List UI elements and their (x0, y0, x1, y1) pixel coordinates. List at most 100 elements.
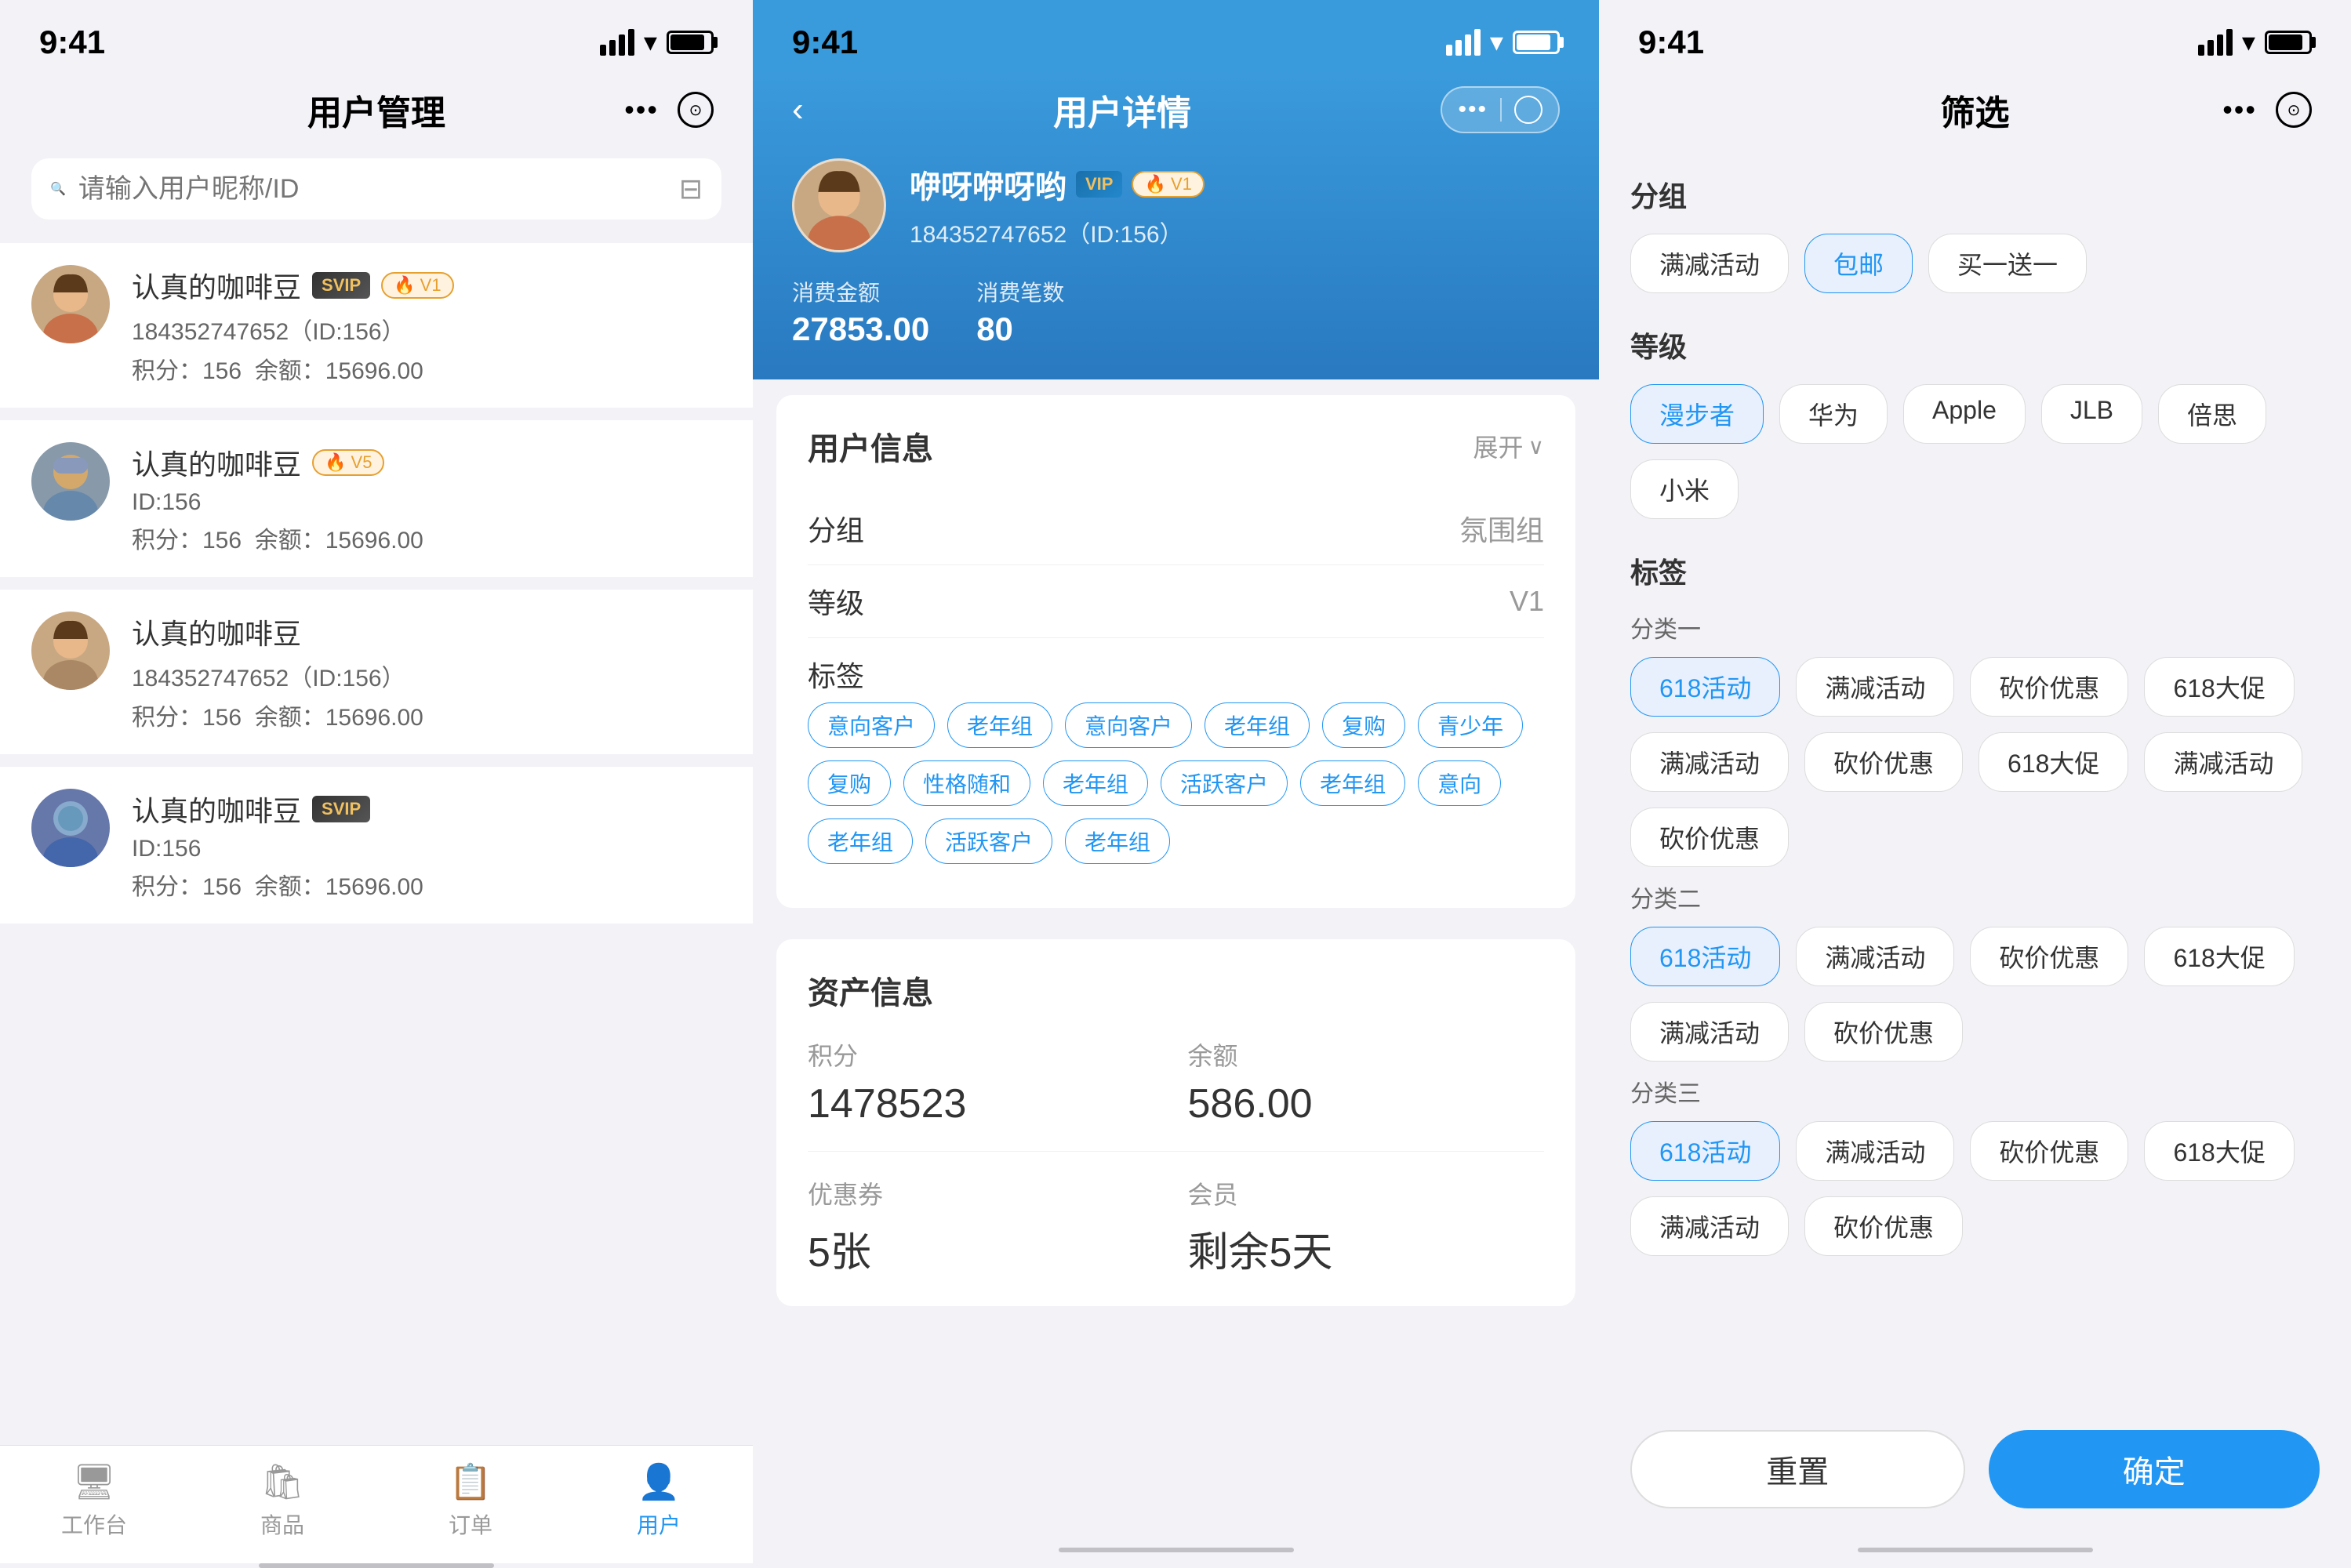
chip-manzhan-3[interactable]: 满减活动 (1796, 1121, 1954, 1181)
chip-manzhan-22[interactable]: 满减活动 (1630, 1002, 1789, 1062)
status-icons-1: ▾ (600, 27, 714, 58)
user-list: 认真的咖啡豆 SVIP 🔥 V1 184352747652（ID:156） 积分… (0, 243, 753, 1445)
user-card[interactable]: 认真的咖啡豆 SVIP 🔥 V1 184352747652（ID:156） 积分… (0, 243, 753, 408)
user-info-card: 用户信息 展开 ∨ 分组 氛围组 等级 V1 标签 意向客户 老年组 意向客户 … (776, 395, 1575, 908)
category-three-chips: 618活动 满减活动 砍价优惠 618大促 满减活动 砍价优惠 (1630, 1121, 2320, 1256)
chip-618da-3[interactable]: 618大促 (2144, 1121, 2294, 1181)
search-input[interactable] (78, 174, 667, 205)
header-actions[interactable]: ••• (1441, 86, 1560, 133)
home-indicator-2 (1059, 1548, 1294, 1552)
panel3-header-icons: ••• ⊙ (2222, 92, 2312, 128)
chip-jianjia-3[interactable]: 砍价优惠 (1970, 1121, 2128, 1181)
user-card[interactable]: 认真的咖啡豆 SVIP ID:156 积分：156 余额：15696.00 (0, 767, 753, 924)
panel2-nav: ‹ 用户详情 ••• (792, 69, 1560, 158)
user-detail-panel: 9:41 ▾ ‹ 用户详情 ••• (753, 0, 1599, 1568)
chip-618-3[interactable]: 618活动 (1630, 1121, 1780, 1181)
more-options-icon[interactable]: ••• (624, 93, 659, 126)
signal-bars-3 (2198, 29, 2233, 56)
chip-manzhan-2[interactable]: 满减活动 (1796, 927, 1954, 986)
avatar (31, 612, 110, 690)
chip-apple[interactable]: Apple (1903, 384, 2026, 444)
user-name-row: 认真的咖啡豆 🔥 V5 (132, 442, 721, 483)
chip-jianjia-12[interactable]: 砍价优惠 (1804, 732, 1963, 792)
chip-618da-1[interactable]: 618大促 (2144, 657, 2294, 717)
user-info: 认真的咖啡豆 SVIP 🔥 V1 184352747652（ID:156） 积分… (132, 265, 721, 386)
chip-618da-2[interactable]: 618大促 (2144, 927, 2294, 986)
detail-row-level: 等级 V1 (808, 565, 1544, 638)
goods-label: 商品 (260, 1508, 304, 1540)
level-section-title: 等级 (1630, 325, 2320, 365)
header-target-icon (1514, 96, 1543, 124)
status-icons-2: ▾ (1446, 27, 1560, 58)
user-name-row: 认真的咖啡豆 (132, 612, 721, 652)
reset-button[interactable]: 重置 (1630, 1430, 1965, 1508)
signal-bars-1 (600, 29, 634, 56)
chip-618-1[interactable]: 618活动 (1630, 657, 1780, 717)
signal-bar-34 (2226, 29, 2233, 56)
filter-bottom: 重置 确定 (1599, 1406, 2351, 1548)
chip-manzhan-32[interactable]: 满减活动 (1630, 1196, 1789, 1256)
tab-goods[interactable]: 🛍 商品 (188, 1461, 376, 1540)
filter-icon[interactable]: ⊟ (679, 172, 703, 205)
chip-manbuzhe[interactable]: 漫步者 (1630, 384, 1764, 444)
search-bar[interactable]: 🔍 ⊟ (31, 158, 721, 220)
tab-users[interactable]: 👤 用户 (565, 1461, 753, 1540)
chip-618da-12[interactable]: 618大促 (1979, 732, 2128, 792)
chip-baoyou[interactable]: 包邮 (1804, 234, 1913, 293)
tag-item: 意向 (1418, 760, 1501, 806)
stat-amount-value: 27853.00 (792, 310, 929, 348)
search-icon: 🔍 (50, 181, 66, 197)
status-icons-3: ▾ (2198, 27, 2312, 58)
expand-button[interactable]: 展开 ∨ (1473, 428, 1544, 464)
home-indicator-1 (259, 1563, 494, 1568)
chip-jianjia-32[interactable]: 砍价优惠 (1804, 1196, 1963, 1256)
battery-fill-1 (670, 34, 704, 50)
profile-badge-v1: 🔥 V1 (1132, 171, 1204, 198)
asset-points-label: 积分 (808, 1036, 1165, 1073)
asset-coupon-label: 优惠券 (808, 1175, 1165, 1211)
chip-manzhan-13[interactable]: 满减活动 (2144, 732, 2302, 792)
chip-618-2[interactable]: 618活动 (1630, 927, 1780, 986)
chip-manzhan[interactable]: 满减活动 (1630, 234, 1789, 293)
tab-orders[interactable]: 📋 订单 (376, 1461, 565, 1540)
filter-scan-icon[interactable]: ⊙ (2276, 92, 2312, 128)
chip-jianjia-2[interactable]: 砍价优惠 (1970, 927, 2128, 986)
status-bar-3: 9:41 ▾ (1599, 0, 2351, 69)
tag-item: 复购 (808, 760, 891, 806)
user-id: 184352747652（ID:156） (132, 312, 721, 347)
chip-jianjia-13[interactable]: 砍价优惠 (1630, 808, 1789, 867)
asset-balance-label: 余额 (1188, 1036, 1545, 1073)
assets-grid: 积分 1478523 余额 586.00 优惠券 5张 会员 剩余5天 (808, 1036, 1544, 1278)
chip-manzhan-12[interactable]: 满减活动 (1630, 732, 1789, 792)
chip-maiyisongyi[interactable]: 买一送一 (1928, 234, 2087, 293)
filter-more-icon[interactable]: ••• (2222, 93, 2257, 126)
chip-huawei[interactable]: 华为 (1779, 384, 1888, 444)
assets-title: 资产信息 (808, 967, 933, 1013)
category-two-title: 分类二 (1630, 880, 2320, 914)
signal-bar-4 (628, 29, 634, 56)
signal-bar-w4 (1474, 29, 1481, 56)
filter-section-group: 分组 满减活动 包邮 买一送一 (1630, 174, 2320, 293)
back-button[interactable]: ‹ (792, 90, 804, 129)
tab-workbench[interactable]: 🖥 工作台 (0, 1461, 188, 1540)
confirm-button[interactable]: 确定 (1989, 1430, 2320, 1508)
scan-icon[interactable]: ⊙ (678, 92, 714, 128)
tag-item: 老年组 (1205, 702, 1310, 748)
chip-manzhan-1[interactable]: 满减活动 (1796, 657, 1954, 717)
battery-3 (2265, 31, 2312, 54)
stat-count-label: 消费笔数 (976, 276, 1064, 307)
user-card[interactable]: 认真的咖啡豆 🔥 V5 ID:156 积分：156 余额：15696.00 (0, 420, 753, 577)
asset-member: 会员 剩余5天 (1188, 1175, 1545, 1278)
user-card[interactable]: 认真的咖啡豆 184352747652（ID:156） 积分：156 余额：15… (0, 590, 753, 754)
chip-jianjia-1[interactable]: 砍价优惠 (1970, 657, 2128, 717)
chip-beisi[interactable]: 倍思 (2158, 384, 2266, 444)
chip-jlb[interactable]: JLB (2041, 384, 2142, 444)
panel2-title: 用户详情 (1053, 85, 1191, 135)
badge-v1: 🔥 V1 (381, 272, 453, 299)
category-two-chips: 618活动 满减活动 砍价优惠 618大促 满减活动 砍价优惠 (1630, 927, 2320, 1062)
chip-jianjia-22[interactable]: 砍价优惠 (1804, 1002, 1963, 1062)
user-info: 认真的咖啡豆 184352747652（ID:156） 积分：156 余额：15… (132, 612, 721, 732)
header-divider (1500, 98, 1502, 122)
chip-xiaomi[interactable]: 小米 (1630, 459, 1739, 519)
user-name: 认真的咖啡豆 (132, 442, 301, 483)
